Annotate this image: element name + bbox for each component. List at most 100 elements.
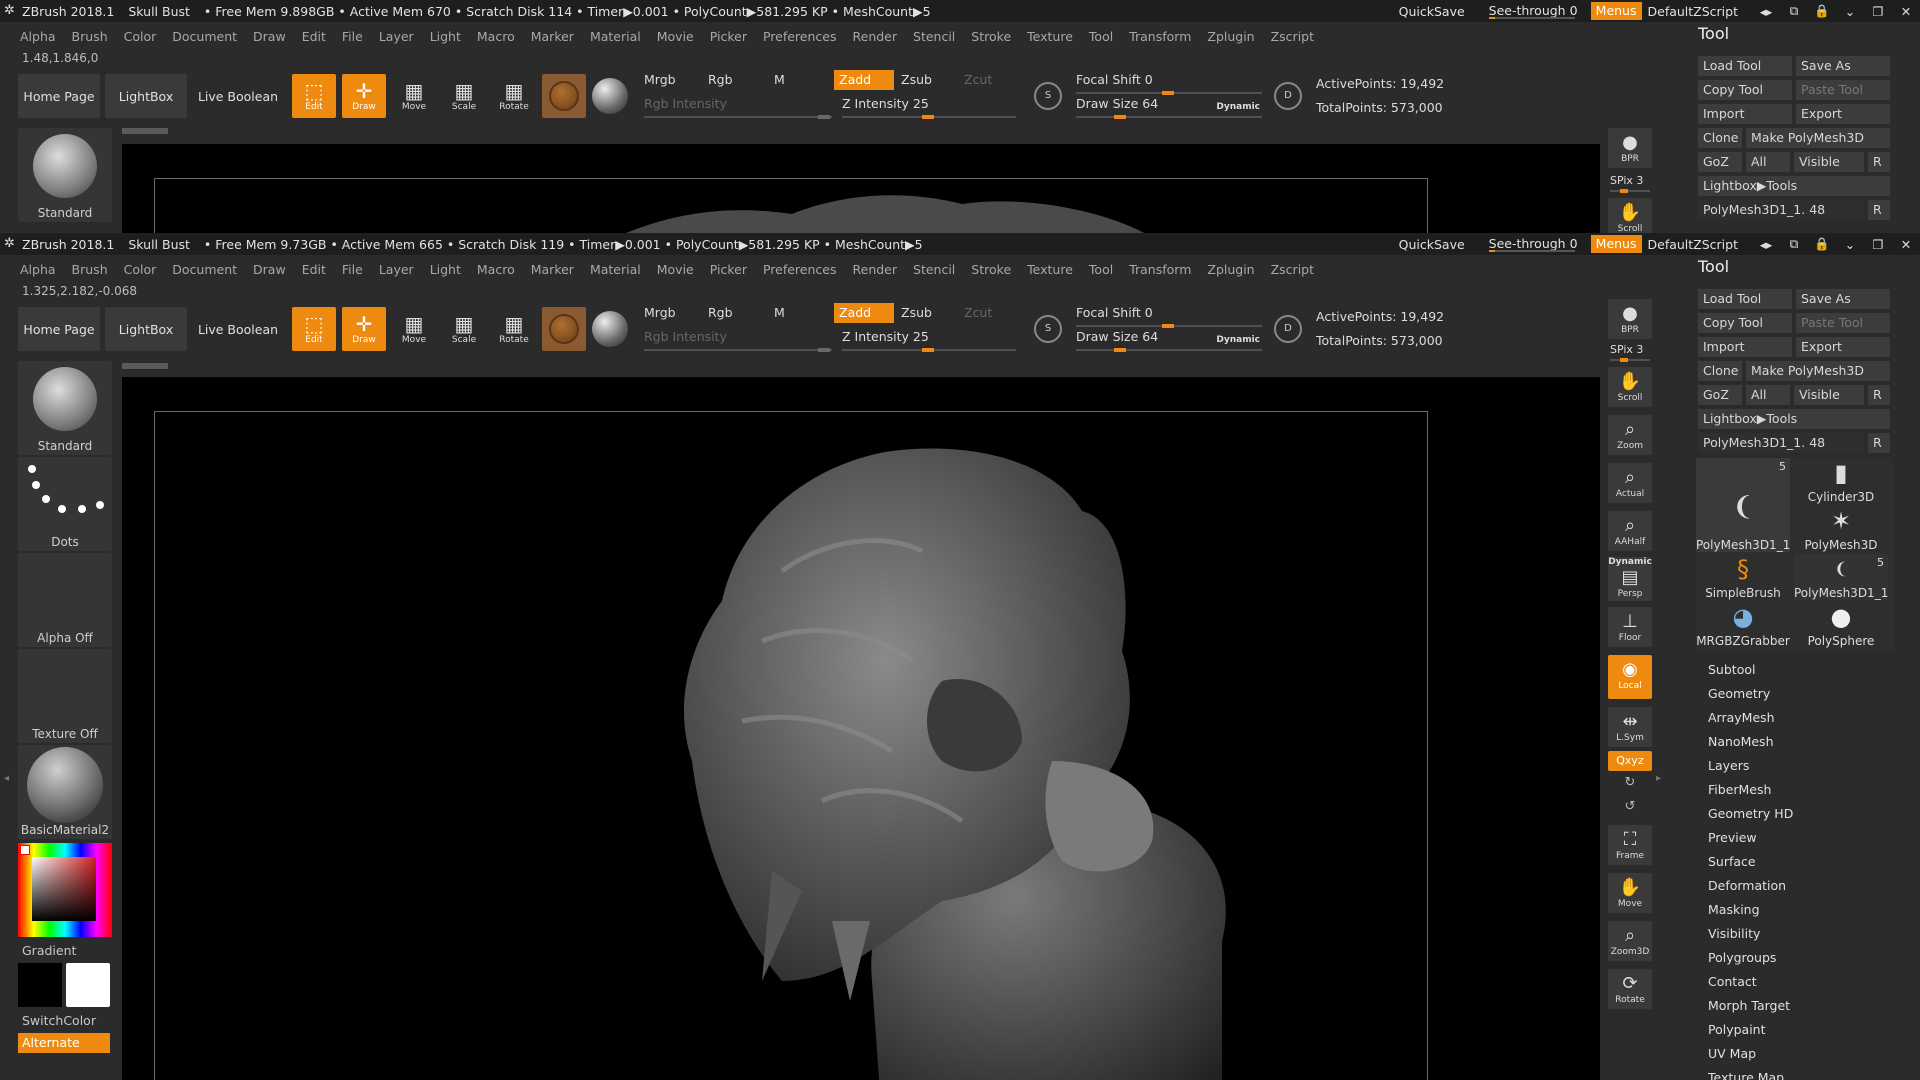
goz-r-button[interactable]: R (1868, 385, 1890, 405)
live-boolean-button[interactable]: Live Boolean (192, 307, 284, 351)
save-as-button[interactable]: Save As (1796, 56, 1890, 76)
xyz-button[interactable]: Qxyz (1608, 751, 1652, 771)
menu-light[interactable]: Light (430, 262, 461, 277)
switch-color-button[interactable]: SwitchColor (22, 1013, 96, 1028)
menu-preferences[interactable]: Preferences (763, 29, 837, 44)
scroll-button[interactable]: ✋ Scroll (1608, 198, 1652, 233)
goz-button[interactable]: GoZ (1698, 152, 1742, 172)
persp-button[interactable]: Dynamic ▤ Persp (1608, 557, 1652, 601)
subpalette-geometry[interactable]: Geometry (1708, 682, 1793, 706)
see-through-slider[interactable]: See-through 0 (1483, 235, 1581, 253)
draw-button[interactable]: ✛ Draw (342, 307, 386, 351)
mrgb-button[interactable]: Mrgb (644, 70, 676, 90)
zcut-button[interactable]: Zcut (964, 303, 992, 323)
subpalette-polygroups[interactable]: Polygroups (1708, 946, 1793, 970)
subpalette-morph-target[interactable]: Morph Target (1708, 994, 1793, 1018)
save-as-button[interactable]: Save As (1796, 289, 1890, 309)
menu-stencil[interactable]: Stencil (913, 262, 955, 277)
focal-shift-slider[interactable]: Focal Shift 0 (1076, 305, 1262, 328)
menu-zscript[interactable]: Zscript (1271, 262, 1314, 277)
z-intensity-slider[interactable]: Z Intensity 25 (842, 329, 1016, 352)
m-button[interactable]: M (774, 303, 785, 323)
menu-stroke[interactable]: Stroke (971, 262, 1011, 277)
quicksave-button[interactable]: QuickSave (1399, 4, 1465, 19)
scale-button[interactable]: ▦ Scale (442, 307, 486, 351)
current-tool-r-button[interactable]: R (1868, 200, 1890, 220)
move-button[interactable]: ▦ Move (392, 74, 436, 118)
menu-texture[interactable]: Texture (1027, 29, 1073, 44)
rgb-intensity-slider[interactable]: Rgb Intensity (644, 96, 832, 119)
d-circle-icon[interactable]: D (1274, 82, 1302, 110)
goz-all-button[interactable]: All (1746, 385, 1790, 405)
rgb-button[interactable]: Rgb (708, 303, 733, 323)
zoom3d-button[interactable]: ⌕ Zoom3D (1608, 921, 1652, 961)
tool-thumb-mrgbzgrabber[interactable]: ◕ MRGBZGrabber (1696, 602, 1790, 648)
menu-file[interactable]: File (342, 262, 363, 277)
lightbox-tools-button[interactable]: Lightbox▶Tools (1698, 409, 1890, 429)
import-button[interactable]: Import (1698, 104, 1792, 124)
menu-stencil[interactable]: Stencil (913, 29, 955, 44)
main-color-swatch[interactable] (18, 963, 62, 1007)
tool-thumb-cylinder[interactable]: ▮ Cylinder3D (1794, 458, 1888, 504)
tool-thumb-polymesh3d[interactable]: ✶ PolyMesh3D (1794, 506, 1888, 552)
s-circle-icon[interactable]: S (1034, 82, 1062, 110)
menu-picker[interactable]: Picker (710, 262, 747, 277)
zadd-button[interactable]: Zadd (834, 303, 894, 323)
paste-tool-button[interactable]: Paste Tool (1796, 80, 1890, 100)
rotate-y-icon[interactable]: ↻ (1622, 775, 1638, 790)
edit-button[interactable]: ⬚ Edit (292, 307, 336, 351)
menu-layer[interactable]: Layer (379, 29, 414, 44)
rotate-button[interactable]: ▦ Rotate (492, 307, 536, 351)
zsub-button[interactable]: Zsub (901, 303, 932, 323)
tool-thumb-polymesh-current[interactable]: 5 ❨ PolyMesh3D1_1 (1696, 458, 1790, 552)
zadd-button[interactable]: Zadd (834, 70, 894, 90)
menus-button[interactable]: Menus (1590, 235, 1642, 253)
d-circle-icon[interactable]: D (1274, 315, 1302, 343)
alpha-slot[interactable]: Alpha Off (18, 553, 112, 647)
alternate-button[interactable]: Alternate (18, 1033, 110, 1053)
goz-r-button[interactable]: R (1868, 152, 1890, 172)
clone-button[interactable]: Clone (1698, 128, 1742, 148)
texture-sphere-icon[interactable] (592, 78, 628, 114)
menu-marker[interactable]: Marker (531, 262, 574, 277)
spix-slider[interactable]: SPix 3 (1610, 343, 1650, 362)
current-tool-slider[interactable]: PolyMesh3D1_1. 48 (1698, 200, 1864, 220)
subpalette-polypaint[interactable]: Polypaint (1708, 1018, 1793, 1042)
menu-alpha[interactable]: Alpha (20, 262, 56, 277)
tool-thumb-polymesh-sub[interactable]: 5 ❨ PolyMesh3D1_1 (1794, 554, 1888, 600)
brush-slot[interactable]: Standard (18, 128, 112, 222)
subpalette-nanomesh[interactable]: NanoMesh (1708, 730, 1793, 754)
menu-zscript[interactable]: Zscript (1271, 29, 1314, 44)
goz-button[interactable]: GoZ (1698, 385, 1742, 405)
menu-brush[interactable]: Brush (72, 29, 108, 44)
floor-button[interactable]: ⊥ Floor (1608, 607, 1652, 647)
copy-tool-button[interactable]: Copy Tool (1698, 313, 1792, 333)
make-polymesh-button[interactable]: Make PolyMesh3D (1746, 128, 1890, 148)
aahalf-button[interactable]: ⌕ AAHalf (1608, 511, 1652, 551)
subpalette-arraymesh[interactable]: ArrayMesh (1708, 706, 1793, 730)
see-through-slider[interactable]: See-through 0 (1483, 2, 1581, 20)
menu-edit[interactable]: Edit (302, 29, 326, 44)
menu-tool[interactable]: Tool (1089, 262, 1113, 277)
quicksave-button[interactable]: QuickSave (1399, 237, 1465, 252)
subpalette-preview[interactable]: Preview (1708, 826, 1793, 850)
menu-movie[interactable]: Movie (657, 262, 694, 277)
draw-button[interactable]: ✛ Draw (342, 74, 386, 118)
texture-sphere-icon[interactable] (592, 311, 628, 347)
paste-tool-button[interactable]: Paste Tool (1796, 313, 1890, 333)
m-button[interactable]: M (774, 70, 785, 90)
spix-slider[interactable]: SPix 3 (1610, 174, 1650, 193)
menus-button[interactable]: Menus (1590, 2, 1642, 20)
clone-button[interactable]: Clone (1698, 361, 1742, 381)
draw-size-slider[interactable]: Draw Size 64 Dynamic (1076, 329, 1262, 352)
rotate-view-button[interactable]: ⟳ Rotate (1608, 969, 1652, 1009)
material-swatch[interactable] (542, 307, 586, 351)
mrgb-button[interactable]: Mrgb (644, 303, 676, 323)
menu-movie[interactable]: Movie (657, 29, 694, 44)
menu-zplugin[interactable]: Zplugin (1207, 262, 1254, 277)
menu-preferences[interactable]: Preferences (763, 262, 837, 277)
subpalette-geometry-hd[interactable]: Geometry HD (1708, 802, 1793, 826)
home-page-button[interactable]: Home Page (18, 307, 100, 351)
load-tool-button[interactable]: Load Tool (1698, 289, 1792, 309)
menu-layer[interactable]: Layer (379, 262, 414, 277)
